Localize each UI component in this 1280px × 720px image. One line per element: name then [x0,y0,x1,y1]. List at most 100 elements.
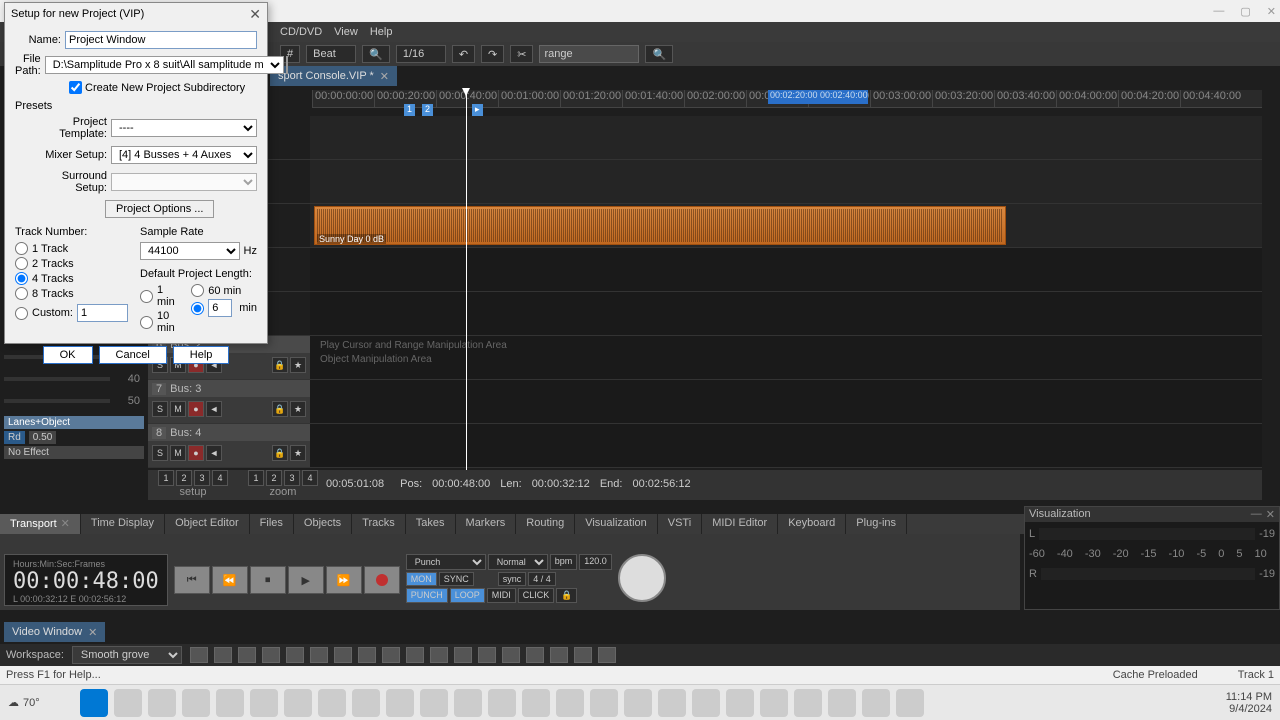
marker-flag[interactable]: ▸ [472,104,483,116]
click-button[interactable]: CLICK [518,588,555,603]
tab-takes[interactable]: Takes [406,514,456,534]
playhead[interactable] [466,90,467,470]
play-button[interactable]: ▶ [288,566,324,594]
tab-routing[interactable]: Routing [516,514,575,534]
taskbar-app-icon[interactable] [386,689,414,717]
search-icon[interactable]: 🔍 [645,45,673,63]
track-4-radio[interactable] [15,272,28,285]
menu-view[interactable]: View [334,26,358,38]
mixer-setup-select[interactable]: [4] 4 Busses + 4 Auxes [111,146,257,164]
marker-2[interactable]: 2 [422,104,433,116]
track-8-radio[interactable] [15,287,28,300]
track-custom-radio[interactable] [15,307,28,320]
maximize-button[interactable]: ▢ [1240,5,1250,18]
search-input[interactable] [539,45,639,63]
jog-wheel[interactable] [618,554,666,602]
ws-icon[interactable] [238,647,256,663]
taskbar-app-icon[interactable] [182,689,210,717]
custom-tracks-input[interactable] [77,304,128,322]
taskbar-app-icon[interactable] [726,689,754,717]
ws-icon[interactable] [502,647,520,663]
ws-icon[interactable] [310,647,328,663]
ws-icon[interactable] [406,647,424,663]
fx-button[interactable]: ★ [290,401,306,417]
lock-icon[interactable]: 🔒 [272,445,288,461]
close-button[interactable]: ✕ [1267,5,1276,18]
custom-length-input[interactable] [208,299,232,317]
audio-clip[interactable]: Sunny Day 0 dB [314,206,1006,245]
ws-icon[interactable] [598,647,616,663]
time-signature[interactable]: 4 / 4 [528,572,556,586]
no-effect-label[interactable]: No Effect [4,446,144,459]
dialog-close-button[interactable]: ✕ [249,6,261,23]
viz-minimize-icon[interactable]: — [1251,508,1262,521]
snap-mode-select[interactable]: Beat [306,45,356,63]
rewind-button[interactable]: ⏪ [212,566,248,594]
ws-icon[interactable] [526,647,544,663]
ws-icon[interactable] [382,647,400,663]
track-1-radio[interactable] [15,242,28,255]
taskbar-app-icon[interactable] [828,689,856,717]
length-1min-radio[interactable] [140,290,153,303]
track-lane[interactable] [310,380,1262,423]
length-custom-radio[interactable] [191,302,204,315]
taskbar-app-icon[interactable] [624,689,652,717]
ws-icon[interactable] [478,647,496,663]
ws-icon[interactable] [214,647,232,663]
tab-keyboard[interactable]: Keyboard [778,514,846,534]
cursor-mode-icon[interactable]: ✂ [510,45,533,63]
fx-button[interactable]: ★ [290,445,306,461]
taskbar-app-icon[interactable] [352,689,380,717]
length-10min-radio[interactable] [140,316,153,329]
file-path-select[interactable]: D:\Samplitude Pro x 8 suit\All samplitud… [45,56,284,74]
sync-button[interactable]: SYNC [439,572,474,586]
document-tab[interactable]: sport Console.VIP * ✕ [270,66,397,86]
grid-value-select[interactable]: 1/16 [396,45,446,63]
length-60min-radio[interactable] [191,284,204,297]
tab-tracks[interactable]: Tracks [352,514,406,534]
tab-objects[interactable]: Objects [294,514,352,534]
taskbar-app-icon[interactable] [454,689,482,717]
tab-plugins[interactable]: Plug-ins [846,514,907,534]
clock-date[interactable]: 9/4/2024 [1229,703,1272,715]
taskbar-app-icon[interactable] [556,689,584,717]
surround-setup-select[interactable] [111,173,257,191]
stop-button[interactable]: ⏹ [250,566,286,594]
fx-button[interactable]: ★ [290,357,306,373]
track-header[interactable]: 7Bus: 3 S M ● ◄ 🔒 ★ [148,380,310,423]
tab-time-display[interactable]: Time Display [81,514,165,534]
tempo-mode-select[interactable]: Normal [488,554,548,570]
taskbar-app-icon[interactable] [250,689,278,717]
punch-button[interactable]: PUNCH [406,588,448,603]
taskbar-app-icon[interactable] [318,689,346,717]
ws-icon[interactable] [334,647,352,663]
search-taskbar-icon[interactable] [114,689,142,717]
tab-midi-editor[interactable]: MIDI Editor [702,514,778,534]
menu-cddvd[interactable]: CD/DVD [280,26,322,38]
undo-button[interactable]: ↶ [452,45,475,63]
ws-icon[interactable] [550,647,568,663]
track-lane[interactable] [310,424,1262,467]
taskbar-app-icon[interactable] [658,689,686,717]
taskbar-app-icon[interactable] [148,689,176,717]
mute-button[interactable]: M [170,445,186,461]
sample-rate-select[interactable]: 44100 [140,242,240,260]
minimize-button[interactable]: — [1213,5,1224,18]
taskbar-app-icon[interactable] [760,689,788,717]
taskbar-app-icon[interactable] [488,689,516,717]
taskbar-app-icon[interactable] [862,689,890,717]
lock-icon[interactable]: 🔒 [272,401,288,417]
tab-object-editor[interactable]: Object Editor [165,514,250,534]
track-lane[interactable]: Play Cursor and Range Manipulation Area … [310,336,1262,379]
taskbar-app-icon[interactable] [216,689,244,717]
start-button[interactable] [80,689,108,717]
zoom-icon[interactable]: 🔍 [362,45,390,63]
marker-1[interactable]: 1 [404,104,415,116]
browse-button[interactable] [286,56,288,74]
range-selection[interactable]: 00:02:20:00 00:02:40:00 [768,90,868,104]
taskbar-app-icon[interactable] [590,689,618,717]
clock-time[interactable]: 11:14 PM [1226,691,1272,703]
project-template-select[interactable]: ---- [111,119,257,137]
lock-icon[interactable]: 🔒 [272,357,288,373]
track-header[interactable]: 8Bus: 4 S M ● ◄ 🔒 ★ [148,424,310,467]
